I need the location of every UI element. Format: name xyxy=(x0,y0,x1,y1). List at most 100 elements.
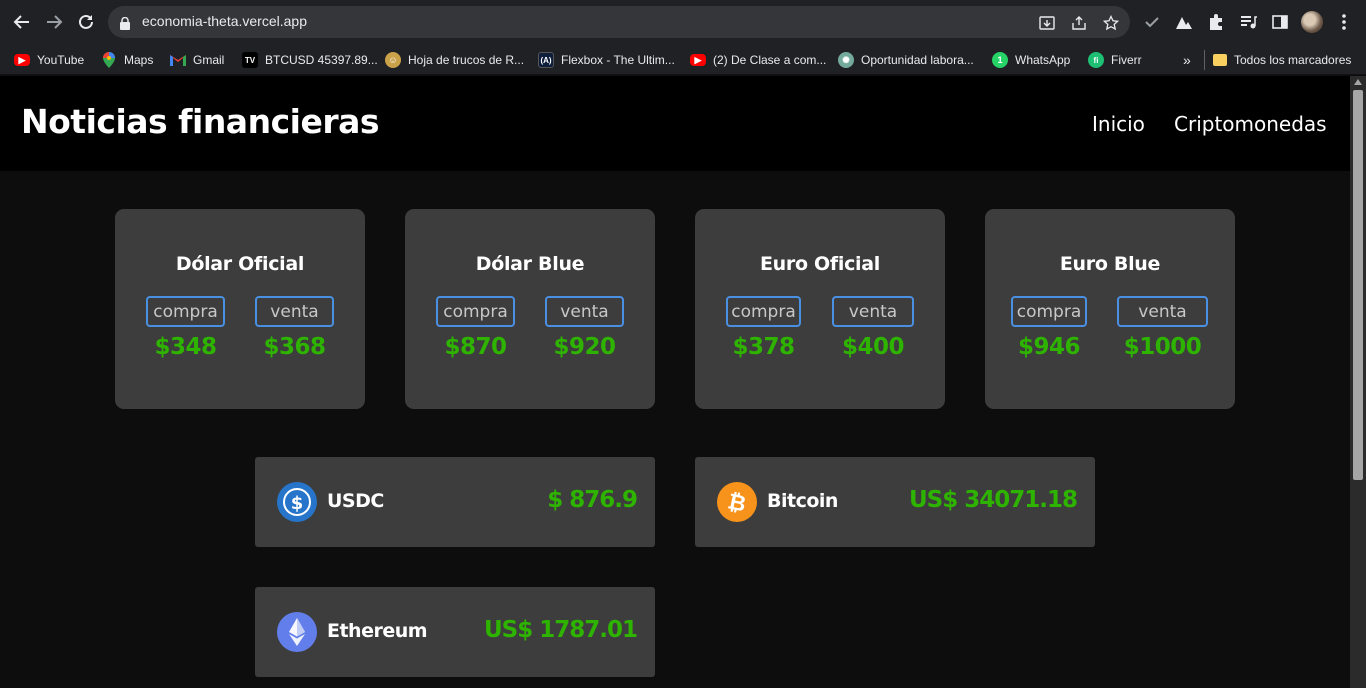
page-scrollbar[interactable] xyxy=(1350,76,1366,688)
star-icon[interactable] xyxy=(1102,14,1120,32)
buy-value: $870 xyxy=(444,334,507,360)
currency-card-dolar-oficial: Dólar Oficial compra venta $348 $368 xyxy=(115,209,365,409)
ethereum-icon xyxy=(277,612,317,652)
svg-text:₿: ₿ xyxy=(725,489,748,517)
crypto-price: US$ 1787.01 xyxy=(483,617,638,643)
youtube-icon: ▶ xyxy=(690,54,706,66)
bookmark-label: Fiverr xyxy=(1111,53,1142,67)
currency-card-euro-blue: Euro Blue compra venta $946 $1000 xyxy=(985,209,1235,409)
sell-value: $400 xyxy=(841,334,905,360)
site-title: Noticias financieras xyxy=(21,102,380,141)
bookmark-gmail[interactable]: Gmail xyxy=(170,50,224,70)
bookmark-whatsapp[interactable]: 1 WhatsApp xyxy=(992,50,1070,70)
bookmarks-overflow-button[interactable]: » xyxy=(1183,50,1191,70)
crypto-name: Bitcoin xyxy=(767,490,838,512)
profile-avatar[interactable] xyxy=(1301,11,1323,33)
url-text: economia-theta.vercel.app xyxy=(142,13,307,29)
mountain-extension-icon[interactable] xyxy=(1174,12,1194,32)
bookmark-btcusd[interactable]: TV BTCUSD 45397.89... xyxy=(242,50,378,70)
browser-toolbar: economia-theta.vercel.app xyxy=(0,0,1366,44)
arrow-left-icon xyxy=(13,15,29,29)
buy-label: compra xyxy=(436,296,515,327)
buy-label: compra xyxy=(1011,296,1087,327)
bookmark-label: BTCUSD 45397.89... xyxy=(265,53,378,67)
bookmarks-bar: ▶ YouTube Maps Gmail TV BTCUSD 45397.89.… xyxy=(0,44,1366,75)
flexbox-icon: (A) xyxy=(538,52,554,68)
bookmark-label: Oportunidad labora... xyxy=(861,53,974,67)
fiverr-icon: fi xyxy=(1088,52,1104,68)
kebab-menu-icon[interactable] xyxy=(1334,12,1354,32)
crypto-price: $ 876.9 xyxy=(547,487,638,513)
sell-label: venta xyxy=(545,296,624,327)
all-bookmarks-label: Todos los marcadores xyxy=(1234,53,1352,67)
bookmark-hoja-de-trucos[interactable]: ☺ Hoja de trucos de R... xyxy=(385,50,524,70)
lock-icon xyxy=(120,15,130,34)
bookmark-youtube[interactable]: ▶ YouTube xyxy=(14,50,84,70)
currency-card-dolar-blue: Dólar Blue compra venta $870 $920 xyxy=(405,209,655,409)
gmail-icon xyxy=(170,52,186,68)
bookmark-de-clase[interactable]: ▶ (2) De Clase a com... xyxy=(690,50,826,70)
nav-link-inicio[interactable]: Inicio xyxy=(1092,112,1145,136)
folder-icon xyxy=(1213,54,1227,66)
extensions-icon[interactable] xyxy=(1206,12,1226,32)
crypto-name: USDC xyxy=(327,490,384,512)
youtube-icon: ▶ xyxy=(14,54,30,66)
crypto-card-ethereum[interactable]: Ethereum US$ 1787.01 xyxy=(255,587,655,677)
bookmark-label: Hoja de trucos de R... xyxy=(408,53,525,67)
sell-label: venta xyxy=(1117,296,1208,327)
bookmark-label: Gmail xyxy=(193,53,225,67)
crypto-name: Ethereum xyxy=(327,620,428,642)
reload-button[interactable] xyxy=(74,10,98,34)
usdc-icon: $ xyxy=(277,482,317,522)
crypto-card-bitcoin[interactable]: ₿ Bitcoin US$ 34071.18 xyxy=(695,457,1095,547)
maps-icon xyxy=(101,52,117,68)
bookmark-label: YouTube xyxy=(37,53,85,67)
forward-button[interactable] xyxy=(42,10,66,34)
sell-value: $368 xyxy=(263,334,326,360)
side-panel-icon[interactable] xyxy=(1270,12,1290,32)
currency-title: Euro Blue xyxy=(1059,253,1161,275)
buy-label: compra xyxy=(146,296,225,327)
sell-value: $920 xyxy=(553,334,616,360)
scrollbar-thumb[interactable] xyxy=(1353,90,1363,480)
media-control-icon[interactable] xyxy=(1238,12,1258,32)
chatgpt-icon: ✺ xyxy=(838,52,854,68)
bookmark-label: Maps xyxy=(124,53,154,67)
cheatsheet-icon: ☺ xyxy=(385,52,401,68)
currency-title: Dólar Blue xyxy=(475,253,585,275)
all-bookmarks-folder[interactable]: Todos los marcadores xyxy=(1204,50,1351,70)
currency-title: Dólar Oficial xyxy=(175,253,305,275)
buy-value: $946 xyxy=(1017,334,1081,360)
crypto-price: US$ 34071.18 xyxy=(908,487,1078,513)
bookmark-fiverr[interactable]: fi Fiverr xyxy=(1088,50,1142,70)
arrow-right-icon xyxy=(47,15,63,29)
tradingview-icon: TV xyxy=(242,52,258,68)
nav-link-criptomonedas[interactable]: Criptomonedas xyxy=(1174,112,1327,136)
bookmark-label: (2) De Clase a com... xyxy=(713,53,827,67)
reload-icon xyxy=(79,14,93,29)
scroll-up-arrow-icon[interactable] xyxy=(1354,79,1362,85)
bookmark-label: Flexbox - The Ultim... xyxy=(561,53,675,67)
sell-label: venta xyxy=(832,296,914,327)
share-icon[interactable] xyxy=(1070,14,1088,32)
site-header: Noticias financieras Inicio Criptomoneda… xyxy=(0,76,1350,171)
svg-text:$: $ xyxy=(291,493,304,514)
bitcoin-icon: ₿ xyxy=(717,482,757,522)
bookmark-oportunidad[interactable]: ✺ Oportunidad labora... xyxy=(838,50,974,70)
address-bar[interactable]: economia-theta.vercel.app xyxy=(108,6,1130,38)
buy-value: $378 xyxy=(732,334,795,360)
back-button[interactable] xyxy=(10,10,34,34)
currency-card-euro-oficial: Euro Oficial compra venta $378 $400 xyxy=(695,209,945,409)
sell-label: venta xyxy=(255,296,334,327)
bookmark-maps[interactable]: Maps xyxy=(101,50,153,70)
whatsapp-icon: 1 xyxy=(992,52,1008,68)
sell-value: $1000 xyxy=(1123,334,1202,360)
bookmark-flexbox[interactable]: (A) Flexbox - The Ultim... xyxy=(538,50,675,70)
bookmark-label: WhatsApp xyxy=(1015,53,1071,67)
buy-label: compra xyxy=(726,296,801,327)
install-icon[interactable] xyxy=(1038,14,1056,32)
check-icon[interactable] xyxy=(1142,12,1162,32)
crypto-card-usdc[interactable]: $ USDC $ 876.9 xyxy=(255,457,655,547)
currency-title: Euro Oficial xyxy=(760,253,880,275)
buy-value: $348 xyxy=(154,334,217,360)
